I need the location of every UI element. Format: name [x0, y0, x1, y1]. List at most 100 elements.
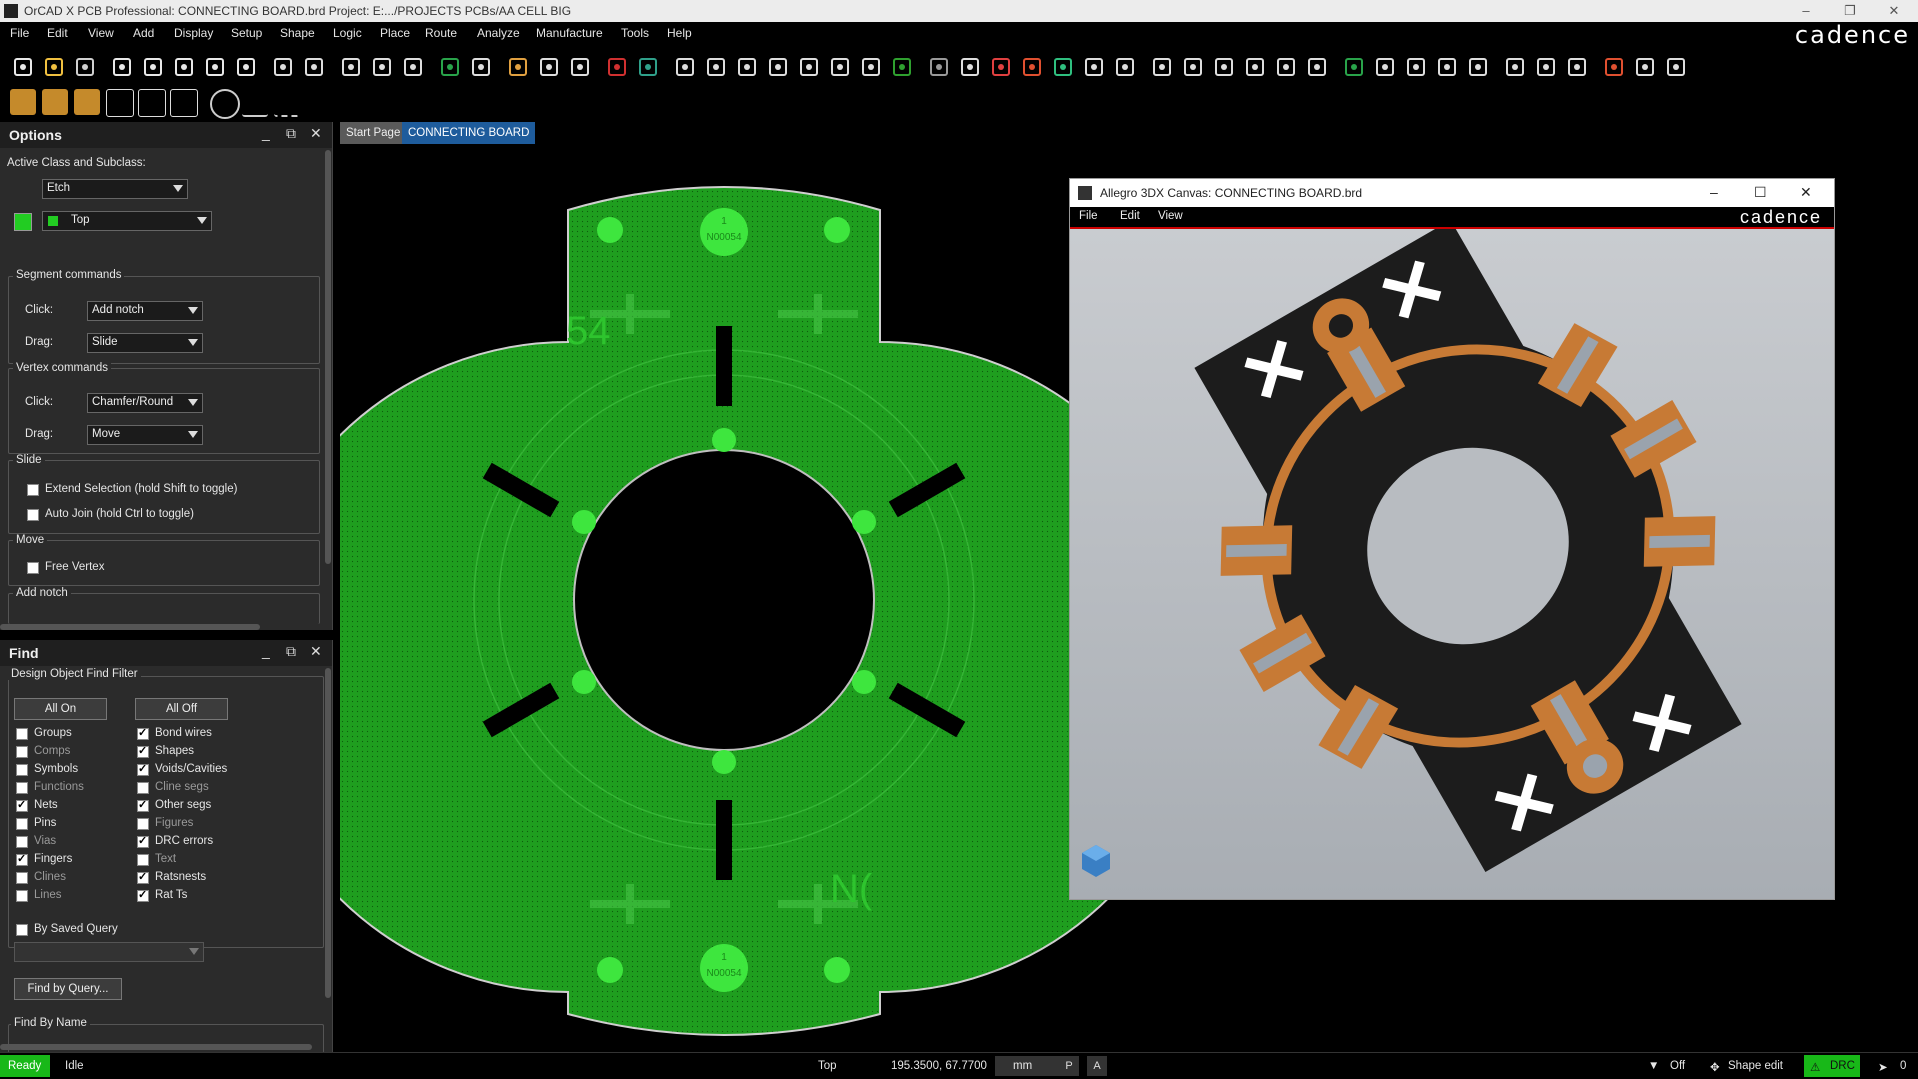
find-figures-checkbox[interactable] [137, 818, 149, 830]
open-icon[interactable] [41, 54, 67, 80]
subclass-color-swatch[interactable] [14, 213, 32, 231]
menu-route[interactable]: Route [425, 26, 457, 40]
shape-void-icon[interactable] [1372, 54, 1398, 80]
r-icon[interactable] [1601, 54, 1627, 80]
select-icon[interactable] [74, 89, 100, 115]
export-icon[interactable] [1632, 54, 1658, 80]
redraw-icon[interactable] [858, 54, 884, 80]
minimize-panel-icon[interactable]: _ [262, 125, 270, 141]
3d-minimize-icon[interactable]: – [1710, 184, 1718, 200]
shape-select-icon[interactable] [1465, 54, 1491, 80]
drc-icon[interactable] [604, 54, 630, 80]
fanout-icon[interactable] [536, 54, 562, 80]
visibility-icon[interactable] [1149, 54, 1175, 80]
3d-maximize-icon[interactable]: ☐ [1754, 184, 1767, 201]
close-panel-icon[interactable]: ✕ [310, 125, 322, 142]
menu-file[interactable]: File [10, 26, 29, 40]
3d-close-icon[interactable]: ✕ [1800, 184, 1812, 201]
float-panel-icon[interactable]: ⧉ [286, 643, 296, 660]
shape-edit-icon[interactable] [1434, 54, 1460, 80]
unpin-icon[interactable] [301, 54, 327, 80]
subclass-dropdown[interactable]: Top [42, 211, 212, 231]
minimize-button[interactable]: – [1784, 0, 1828, 22]
copy-icon[interactable] [140, 54, 166, 80]
info-icon[interactable] [1180, 54, 1206, 80]
menu-tools[interactable]: Tools [621, 26, 649, 40]
close-panel-icon[interactable]: ✕ [310, 643, 322, 660]
edit-text-icon[interactable] [400, 54, 426, 80]
tab-connecting-board[interactable]: CONNECTING BOARD [402, 122, 536, 144]
find-lines-checkbox[interactable] [16, 890, 28, 902]
filter-status[interactable]: Off [1670, 1060, 1685, 1072]
3d-viewport[interactable] [1070, 220, 1834, 899]
tab-start-page[interactable]: Start Page [340, 122, 407, 144]
new-icon[interactable] [10, 54, 36, 80]
extend-selection-checkbox[interactable] [27, 484, 39, 496]
route-icon[interactable] [505, 54, 531, 80]
find-rat-ts-checkbox[interactable] [137, 888, 149, 902]
component-icon[interactable] [468, 54, 494, 80]
3d-icon[interactable] [889, 54, 915, 80]
settings-icon[interactable] [1112, 54, 1138, 80]
menu-analyze[interactable]: Analyze [477, 26, 520, 40]
find-ratsnests-checkbox[interactable] [137, 870, 149, 884]
a-toggle[interactable]: A [1087, 1056, 1107, 1076]
find-by-query-button[interactable]: Find by Query... [14, 978, 122, 1000]
menu-logic[interactable]: Logic [333, 26, 362, 40]
find-nets-checkbox[interactable] [16, 798, 28, 812]
delete-icon[interactable] [171, 54, 197, 80]
menu-manufacture[interactable]: Manufacture [536, 26, 603, 40]
3d-menu-view[interactable]: View [1158, 210, 1183, 222]
zoom-in-icon[interactable] [734, 54, 760, 80]
all-on-button[interactable]: All On [14, 698, 107, 720]
box-icon[interactable] [170, 89, 198, 117]
3d-menu-file[interactable]: File [1079, 210, 1098, 222]
minimize-panel-icon[interactable]: _ [262, 643, 270, 659]
stackup-icon[interactable] [1050, 54, 1076, 80]
vtx-drag-dropdown[interactable]: Move [87, 425, 203, 445]
zoom-select-icon[interactable] [210, 89, 240, 119]
menu-edit[interactable]: Edit [47, 26, 68, 40]
shape-add-icon[interactable] [1341, 54, 1367, 80]
assign-color-icon[interactable] [10, 89, 36, 115]
all-off-button[interactable]: All Off [135, 698, 228, 720]
3d-menu-edit[interactable]: Edit [1120, 210, 1140, 222]
comment-icon[interactable] [1663, 54, 1689, 80]
close-button[interactable]: ✕ [1872, 0, 1916, 22]
waveform-icon[interactable] [106, 89, 134, 117]
find-bond-wires-checkbox[interactable] [137, 726, 149, 740]
dehighlight-icon[interactable] [1304, 54, 1330, 80]
menu-place[interactable]: Place [380, 26, 410, 40]
add-line-icon[interactable] [338, 54, 364, 80]
report-icon[interactable] [1081, 54, 1107, 80]
undo-icon[interactable] [202, 54, 228, 80]
menu-add[interactable]: Add [133, 26, 154, 40]
find-shapes-checkbox[interactable] [137, 744, 149, 758]
shape-circle-icon[interactable] [1403, 54, 1429, 80]
dimension-icon[interactable] [274, 89, 300, 117]
find-cline-segs-checkbox[interactable] [137, 782, 149, 794]
color-icon[interactable] [988, 54, 1014, 80]
saved-query-dropdown[interactable] [14, 942, 204, 962]
find-vias-checkbox[interactable] [16, 836, 28, 848]
zoom-fit-icon[interactable] [703, 54, 729, 80]
3d-text-icon[interactable] [926, 54, 952, 80]
find-symbols-checkbox[interactable] [16, 764, 28, 776]
menu-shape[interactable]: Shape [280, 26, 315, 40]
menu-setup[interactable]: Setup [231, 26, 262, 40]
menu-view[interactable]: View [88, 26, 114, 40]
menu-help[interactable]: Help [667, 26, 692, 40]
find-groups-checkbox[interactable] [16, 728, 28, 740]
unplace-icon[interactable] [1533, 54, 1559, 80]
find-scrollbar[interactable] [325, 668, 331, 998]
layer-icon[interactable] [1019, 54, 1045, 80]
place-icon[interactable] [437, 54, 463, 80]
move-icon[interactable] [109, 54, 135, 80]
find-comps-checkbox[interactable] [16, 746, 28, 758]
find-pins-checkbox[interactable] [16, 818, 28, 830]
find-functions-checkbox[interactable] [16, 782, 28, 794]
save-icon[interactable] [72, 54, 98, 80]
float-panel-icon[interactable]: ⧉ [286, 125, 296, 142]
slide-icon[interactable] [567, 54, 593, 80]
3d-board-render[interactable] [1070, 220, 1834, 899]
